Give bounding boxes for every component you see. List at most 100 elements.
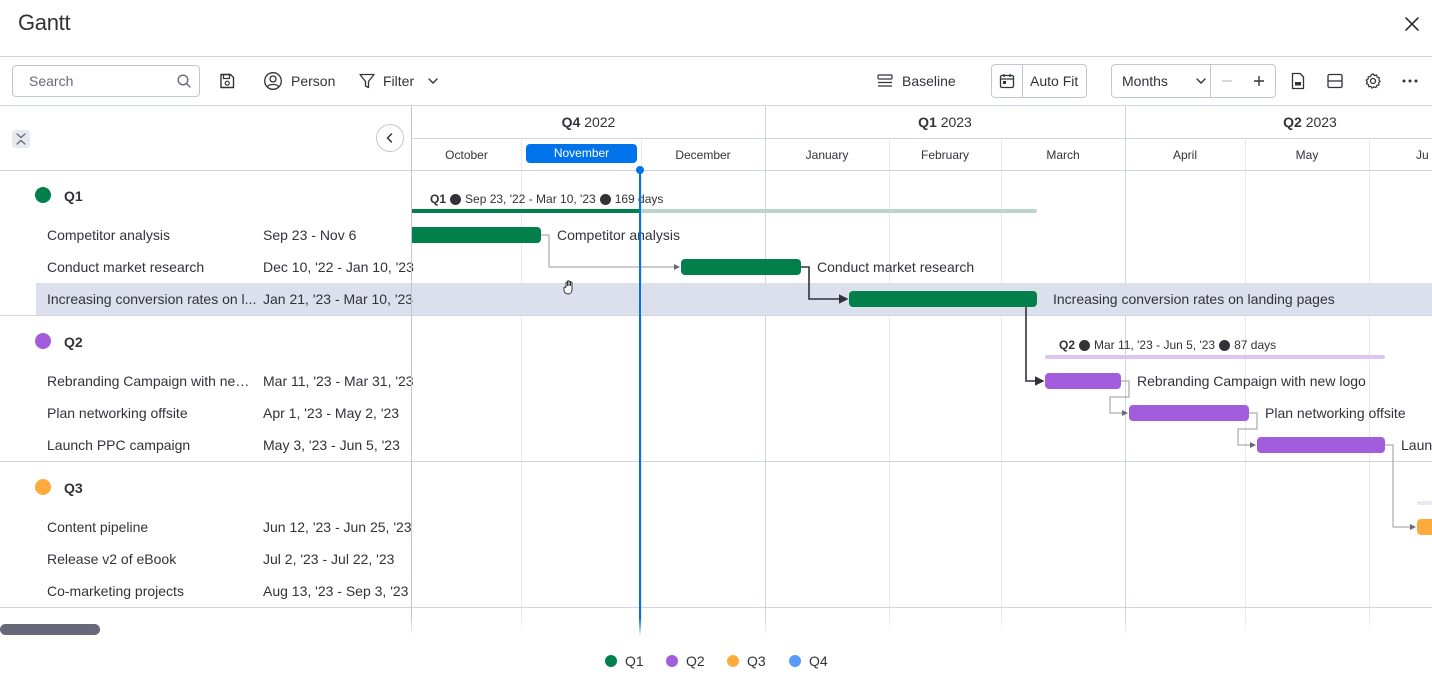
collapse-icon[interactable] — [12, 130, 30, 148]
filter-button[interactable]: Filter — [358, 65, 440, 97]
scale-select[interactable]: Months — [1122, 65, 1208, 97]
task-bar-label: Plan networking offsite — [1265, 405, 1406, 421]
task-date[interactable]: Jun 12, '23 - Jun 25, '23 — [263, 519, 412, 535]
horizontal-scrollbar[interactable] — [0, 624, 100, 635]
task-bar-label: Laun — [1401, 437, 1432, 453]
baseline-label: Baseline — [902, 73, 956, 89]
calendar-icon[interactable] — [998, 72, 1016, 90]
group-name[interactable]: Q2 — [64, 334, 83, 350]
task-date[interactable]: Mar 11, '23 - Mar 31, '23 — [263, 373, 414, 389]
separator-dot — [450, 193, 462, 205]
task-bar[interactable] — [1129, 405, 1249, 421]
task-name[interactable]: Content pipeline — [47, 519, 257, 535]
task-date[interactable]: Apr 1, '23 - May 2, '23 — [263, 405, 399, 421]
baseline-icon — [877, 74, 893, 87]
month-gridline — [641, 139, 642, 636]
separator-dot — [1219, 339, 1231, 351]
group-summary-bar[interactable] — [1417, 501, 1432, 505]
close-icon[interactable] — [1398, 10, 1426, 38]
month-label-selected[interactable]: November — [526, 144, 637, 163]
task-name[interactable]: Increasing conversion rates on l... — [47, 291, 257, 307]
toolbar-divider — [0, 105, 1432, 106]
legend-dot — [605, 655, 617, 667]
quarter-label: Q2 2023 — [1283, 114, 1337, 130]
month-gridline — [889, 139, 890, 636]
header-divider — [0, 56, 1432, 57]
task-name[interactable]: Release v2 of eBook — [47, 551, 257, 567]
timeline-header-divider — [0, 170, 1432, 171]
task-date[interactable]: Aug 13, '23 - Sep 3, '23 — [263, 583, 408, 599]
task-name[interactable]: Rebranding Campaign with new ... — [47, 373, 257, 389]
group-color-dot — [35, 333, 51, 349]
group-summary-bar[interactable] — [1045, 355, 1385, 359]
task-date[interactable]: May 3, '23 - Jun 5, '23 — [263, 437, 400, 453]
task-name[interactable]: Launch PPC campaign — [47, 437, 257, 453]
layout-icon[interactable] — [1326, 72, 1344, 90]
task-bar[interactable] — [1045, 373, 1121, 389]
task-name[interactable]: Co-marketing projects — [47, 583, 257, 599]
group-color-dot — [35, 479, 51, 495]
task-bar[interactable] — [1257, 437, 1385, 453]
chevron-down-icon — [1196, 78, 1206, 84]
legend-label: Q2 — [686, 653, 705, 669]
today-marker — [636, 166, 644, 174]
task-bar[interactable] — [849, 291, 1037, 307]
group-summary-label: Q1 Sep 23, '22 - Mar 10, '23 169 days — [430, 192, 664, 206]
month-label: March — [1046, 148, 1080, 162]
autofit-label: Auto Fit — [1030, 73, 1079, 89]
person-filter-button[interactable]: Person — [263, 65, 335, 97]
month-gridline — [1125, 139, 1126, 636]
task-date[interactable]: Jul 2, '23 - Jul 22, '23 — [263, 551, 394, 567]
today-line — [639, 170, 641, 636]
legend-label: Q1 — [625, 653, 644, 669]
filter-label: Filter — [383, 73, 415, 89]
task-date[interactable]: Dec 10, '22 - Jan 10, '23 — [263, 259, 414, 275]
filter-icon — [359, 73, 375, 89]
legend-dot — [666, 655, 678, 667]
legend-item: Q4 — [789, 653, 828, 669]
quarter-label: Q1 2023 — [918, 114, 972, 130]
gear-icon[interactable] — [1364, 72, 1382, 90]
page-title: Gantt — [18, 10, 71, 35]
legend-label: Q4 — [809, 653, 828, 669]
task-name[interactable]: Competitor analysis — [47, 227, 257, 243]
legend-item: Q3 — [727, 653, 766, 669]
group-divider — [0, 315, 1432, 316]
more-icon[interactable] — [1401, 72, 1419, 90]
month-label: January — [805, 148, 849, 162]
chevron-down-icon[interactable] — [426, 74, 440, 88]
gantt-window: Gantt Person Filter Ba — [0, 0, 1432, 683]
group-color-dot — [35, 187, 51, 203]
month-gridline — [1369, 139, 1370, 636]
task-bar[interactable] — [1417, 519, 1432, 535]
plus-icon[interactable] — [1251, 73, 1267, 89]
autofit-button[interactable]: Auto Fit — [1030, 65, 1078, 97]
baseline-button[interactable]: Baseline — [876, 65, 956, 97]
export-icon[interactable] — [1290, 72, 1306, 90]
task-date[interactable]: Sep 23 - Nov 6 — [263, 227, 356, 243]
task-date[interactable]: Jan 21, '23 - Mar 10, '23 — [263, 291, 413, 307]
search-input[interactable] — [12, 65, 200, 97]
collapse-panel-button[interactable] — [376, 124, 404, 152]
minus-icon[interactable] — [1219, 73, 1235, 89]
task-name[interactable]: Plan networking offsite — [47, 405, 257, 421]
save-icon[interactable] — [218, 72, 236, 90]
task-bar[interactable] — [412, 227, 541, 243]
month-gridline — [521, 139, 522, 636]
task-bar-label: Rebranding Campaign with new logo — [1137, 373, 1366, 389]
separator-dot — [599, 193, 611, 205]
task-name[interactable]: Conduct market research — [47, 259, 257, 275]
panel-divider — [411, 106, 412, 636]
search-icon[interactable] — [176, 73, 192, 89]
autofit-divider — [1022, 65, 1023, 97]
group-name[interactable]: Q1 — [64, 188, 83, 204]
legend-item: Q2 — [666, 653, 705, 669]
chevron-left-icon — [386, 133, 393, 143]
month-label: October — [445, 148, 488, 162]
task-bar[interactable] — [681, 259, 801, 275]
legend-dot — [789, 655, 801, 667]
month-label: Ju — [1416, 148, 1429, 162]
legend-item: Q1 — [605, 653, 644, 669]
group-name[interactable]: Q3 — [64, 480, 83, 496]
group-divider — [0, 461, 1432, 462]
